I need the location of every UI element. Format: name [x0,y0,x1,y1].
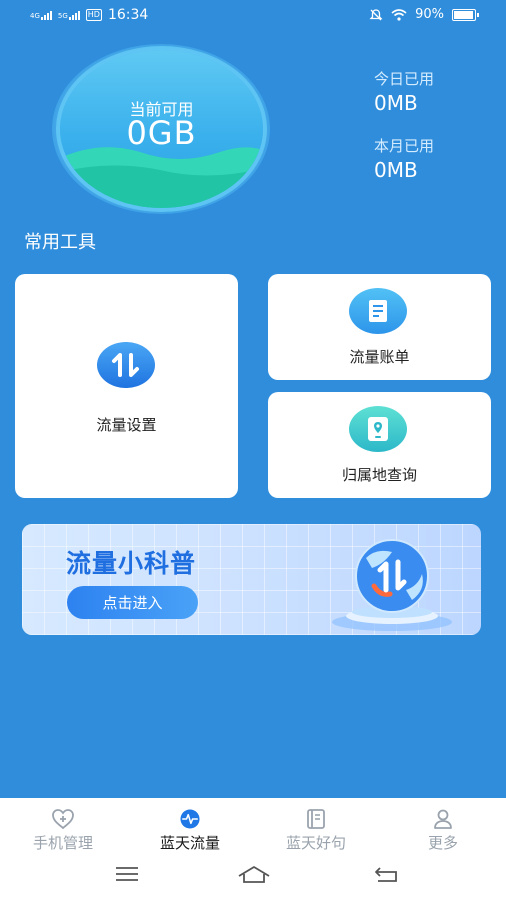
tab-phone-management[interactable]: 手机管理 [13,808,113,853]
tool-card-traffic-settings[interactable]: 流量设置 [15,274,238,498]
today-usage: 今日已用 0MB [374,68,434,115]
signal-1: 4G [30,10,52,20]
notebook-icon [303,808,329,830]
menu-icon[interactable] [114,864,140,884]
tab-good-sentences[interactable]: 蓝天好句 [266,808,366,853]
signal-bars-icon [40,10,52,20]
wifi-icon [391,8,407,21]
signal-2: 5G [58,10,80,20]
today-value: 0MB [374,91,418,115]
heart-plus-icon [50,808,76,830]
tool-card-location-query[interactable]: 归属地查询 [268,392,491,498]
month-label: 本月已用 [374,137,435,155]
tab-label: 蓝天好句 [285,834,346,852]
home-icon[interactable] [236,864,272,884]
banner-title: 流量小科普 [66,549,197,578]
status-bar: 4G 5G HD 16:34 90% [0,0,506,32]
signal-2-label: 5G [57,12,68,20]
traffic-science-banner[interactable]: 流量小科普 点击进入 [22,524,481,635]
hd-badge: HD [85,9,102,21]
month-value: 0MB [374,158,418,182]
mute-icon [369,8,383,20]
transfer-arrows-icon [97,342,155,388]
signal-1-label: 4G [30,12,40,20]
tools-title: 常用工具 [24,232,96,253]
bill-document-icon [349,288,407,334]
signal-bars-icon [68,10,80,20]
tool-label-traffic-bill: 流量账单 [349,348,410,366]
month-usage: 本月已用 0MB [374,135,434,182]
tab-label: 更多 [427,834,458,852]
available-value: 0GB [126,114,197,152]
today-label: 今日已用 [374,70,435,88]
status-time: 16:34 [107,7,149,23]
tab-label: 蓝天流量 [159,834,220,852]
location-tablet-icon [349,406,407,452]
back-icon[interactable] [372,864,400,884]
usage-circle: 当前可用 0GB [60,50,263,208]
tab-label: 手机管理 [32,834,93,852]
status-right: 90% [369,7,479,22]
system-nav-bar [0,864,506,890]
pulse-icon [177,808,203,830]
tool-label-traffic-settings: 流量设置 [96,416,157,434]
banner-enter-button[interactable]: 点击进入 [67,586,198,619]
tool-card-traffic-bill[interactable]: 流量账单 [268,274,491,380]
battery-icon [452,8,479,21]
tab-traffic[interactable]: 蓝天流量 [140,808,240,853]
tool-label-location-query: 归属地查询 [341,466,417,484]
battery-percent: 90% [415,7,444,22]
person-icon [430,808,456,830]
status-left: 4G 5G HD 16:34 [30,7,148,23]
globe-icon [332,539,452,631]
tab-more[interactable]: 更多 [393,808,493,853]
